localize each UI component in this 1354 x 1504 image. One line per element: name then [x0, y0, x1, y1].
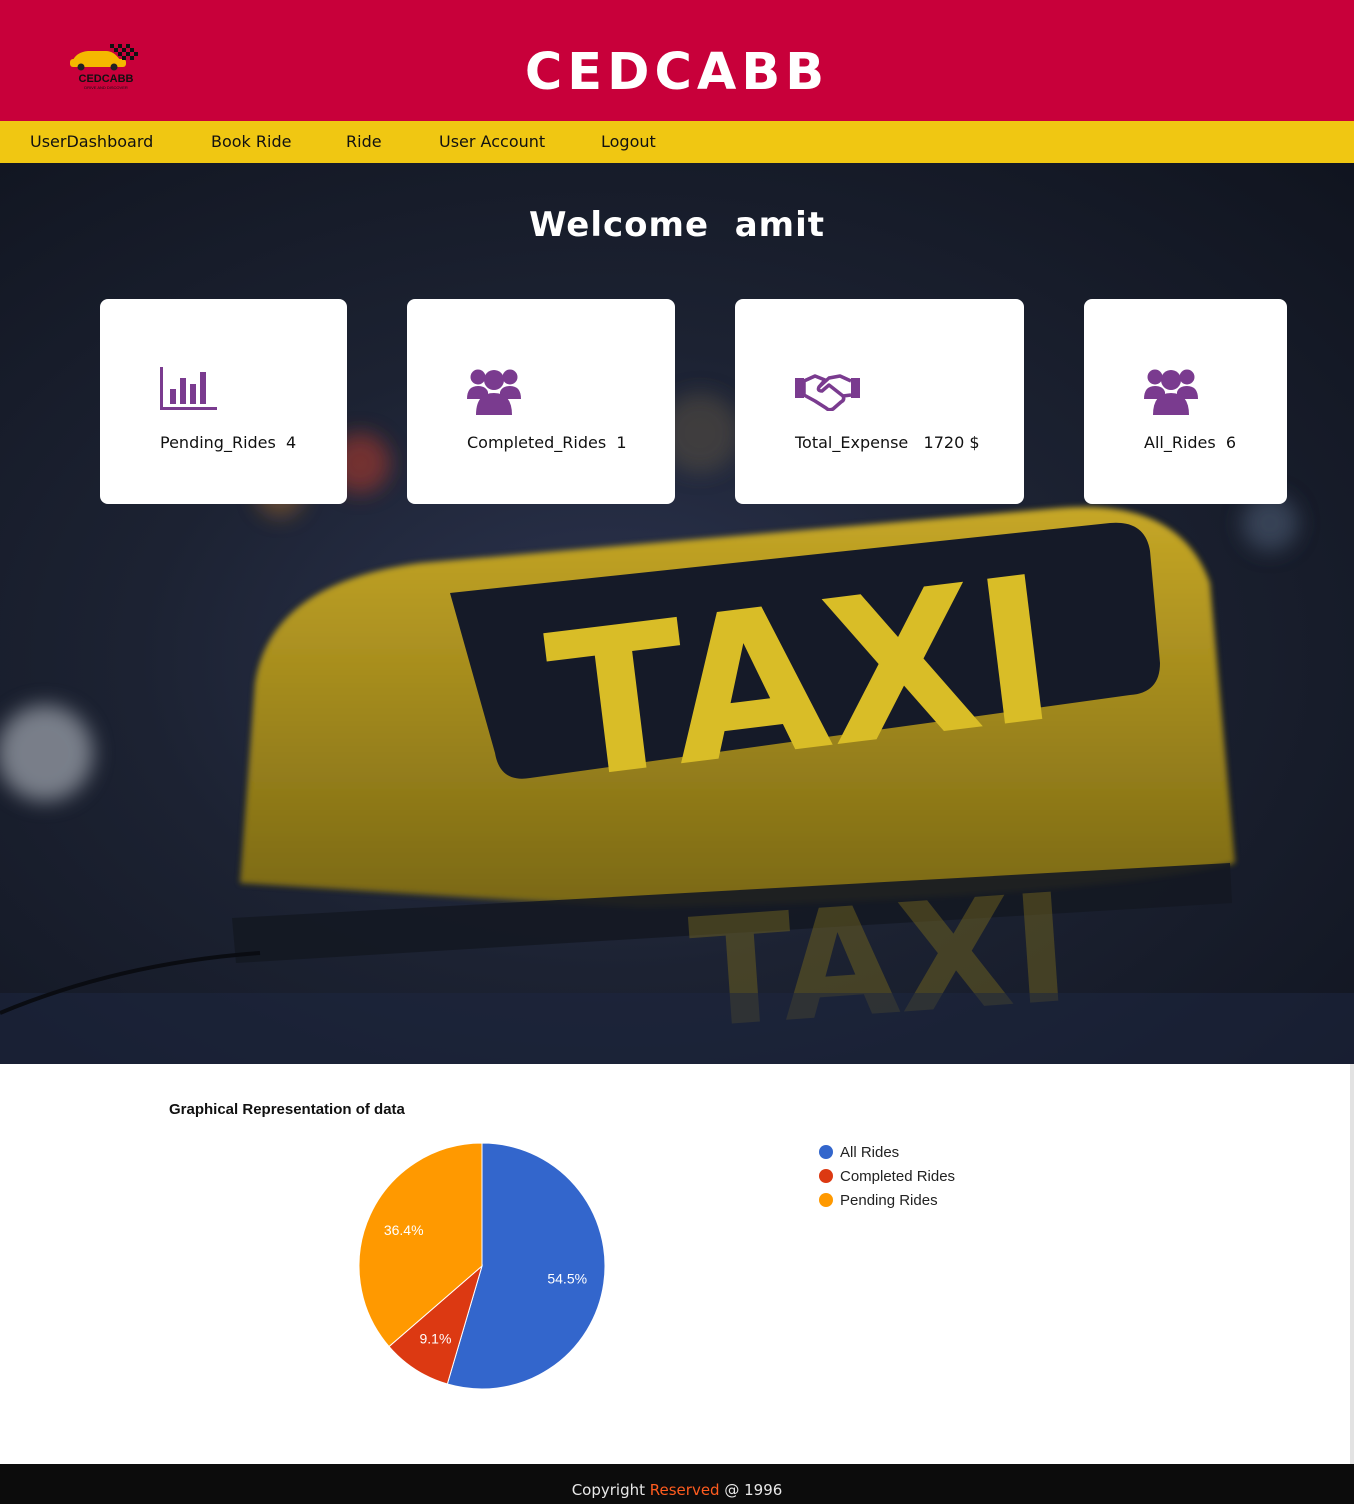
legend-dot-icon [819, 1169, 833, 1183]
users-icon [467, 369, 521, 415]
hero-section: TAXI TAXI Welcome amit Pending_Rides 4 C… [0, 163, 1354, 1064]
legend-label: Pending Rides [840, 1191, 938, 1209]
welcome-heading: Welcome amit [529, 205, 825, 245]
stat-card-pending-rides[interactable]: Pending_Rides 4 [100, 299, 347, 504]
legend-dot-icon [819, 1145, 833, 1159]
all-rides-label: All_Rides 6 [1144, 433, 1237, 452]
site-title: CEDCABB [524, 43, 830, 102]
nav-ride[interactable]: Ride [346, 132, 382, 152]
site-footer: Copyright Reserved @ 1996 [0, 1464, 1354, 1504]
chart-section: Graphical Representation of data 54.5% 9.… [0, 1064, 1350, 1464]
site-header: CEDCABB DRIVE AND DISCOVER CEDCABB [0, 0, 1354, 121]
legend-item-all-rides[interactable]: All Rides [819, 1140, 955, 1164]
main-nav: UserDashboard Book Ride Ride User Accoun… [0, 121, 1354, 163]
scrollbar[interactable] [1350, 1064, 1354, 1464]
nav-logout[interactable]: Logout [601, 132, 656, 152]
legend-label: Completed Rides [840, 1167, 956, 1185]
bar-chart-icon [160, 367, 217, 410]
chart-legend: All Rides Completed Rides Pending Rides [819, 1140, 955, 1212]
legend-item-pending-rides[interactable]: Pending Rides [819, 1188, 955, 1212]
handshake-icon [795, 374, 860, 411]
total-expense-label: Total_Expense 1720 $ [795, 433, 980, 452]
footer-suffix: @ 1996 [719, 1481, 783, 1499]
nav-book-ride[interactable]: Book Ride [211, 132, 291, 152]
legend-item-completed-rides[interactable]: Completed Rides [819, 1164, 955, 1188]
footer-prefix: Copyright [571, 1481, 650, 1499]
pie-slice-label: 54.5% [547, 1270, 587, 1286]
pie-slice-label: 36.4% [384, 1222, 424, 1238]
stat-card-all-rides[interactable]: All_Rides 6 [1084, 299, 1287, 504]
pie-chart: 54.5% 9.1% 36.4% [358, 1142, 606, 1390]
nav-user-account[interactable]: User Account [439, 132, 545, 152]
completed-rides-label: Completed_Rides 1 [467, 433, 627, 452]
pie-slice-label: 9.1% [419, 1330, 451, 1346]
nav-user-dashboard[interactable]: UserDashboard [30, 132, 153, 152]
footer-accent: Reserved [649, 1481, 720, 1499]
stat-card-total-expense[interactable]: Total_Expense 1720 $ [735, 299, 1024, 504]
stat-card-completed-rides[interactable]: Completed_Rides 1 [407, 299, 675, 504]
users-icon [1144, 369, 1198, 415]
legend-label: All Rides [840, 1143, 900, 1161]
legend-dot-icon [819, 1193, 833, 1207]
pending-rides-label: Pending_Rides 4 [160, 433, 297, 452]
